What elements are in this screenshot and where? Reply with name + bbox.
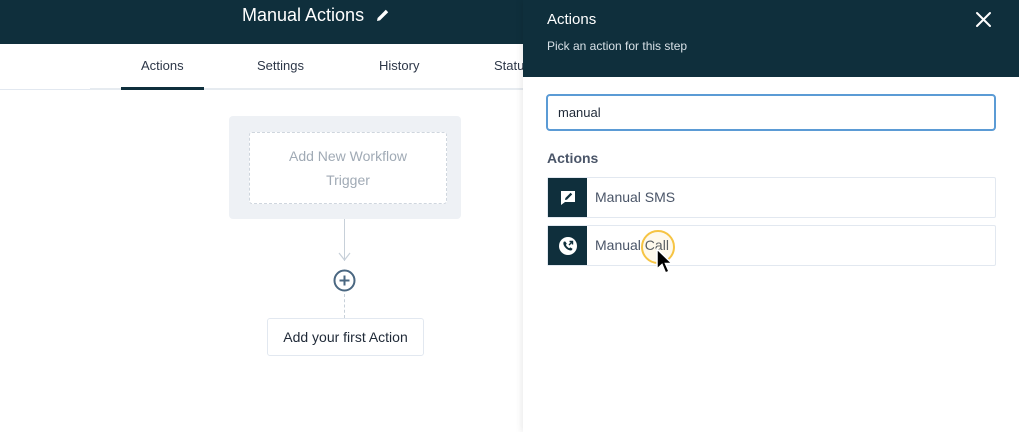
plus-circle-icon[interactable] bbox=[333, 269, 356, 292]
workflow-title-group: Manual Actions bbox=[242, 4, 390, 26]
panel-title: Actions bbox=[547, 11, 597, 28]
add-trigger-button[interactable]: Add New Workflow Trigger bbox=[249, 132, 447, 204]
trigger-card: Add New Workflow Trigger bbox=[229, 116, 461, 219]
tab-history[interactable]: History bbox=[379, 58, 419, 73]
sms-edit-icon bbox=[548, 178, 587, 217]
workflow-title: Manual Actions bbox=[242, 5, 365, 25]
actions-panel: Actions Pick an action for this step Act… bbox=[523, 0, 1019, 432]
section-label: Actions bbox=[547, 150, 599, 166]
panel-subtitle: Pick an action for this step bbox=[547, 39, 688, 53]
action-label: Manual Call bbox=[595, 237, 669, 253]
close-icon[interactable] bbox=[975, 11, 992, 28]
workflow-header: Manual Actions bbox=[0, 0, 523, 44]
action-item-manual-call[interactable]: Manual Call bbox=[547, 225, 996, 266]
phone-call-icon bbox=[548, 226, 587, 265]
arrow-down-icon bbox=[338, 252, 351, 261]
action-label: Manual SMS bbox=[595, 189, 676, 205]
action-item-manual-sms[interactable]: Manual SMS bbox=[547, 177, 996, 218]
tab-settings[interactable]: Settings bbox=[257, 58, 304, 73]
workflow-canvas: Add New Workflow Trigger Add your first … bbox=[0, 92, 523, 432]
tab-bar: Actions Settings History Statu bbox=[0, 44, 524, 90]
panel-header: Actions Pick an action for this step bbox=[523, 0, 1019, 77]
search-input[interactable] bbox=[546, 94, 996, 131]
tab-actions[interactable]: Actions bbox=[121, 58, 204, 90]
connector-dashed-line bbox=[344, 294, 345, 318]
add-first-action-button[interactable]: Add your first Action bbox=[267, 318, 424, 356]
tab-status[interactable]: Statu bbox=[494, 58, 524, 73]
pencil-icon[interactable] bbox=[376, 8, 390, 22]
